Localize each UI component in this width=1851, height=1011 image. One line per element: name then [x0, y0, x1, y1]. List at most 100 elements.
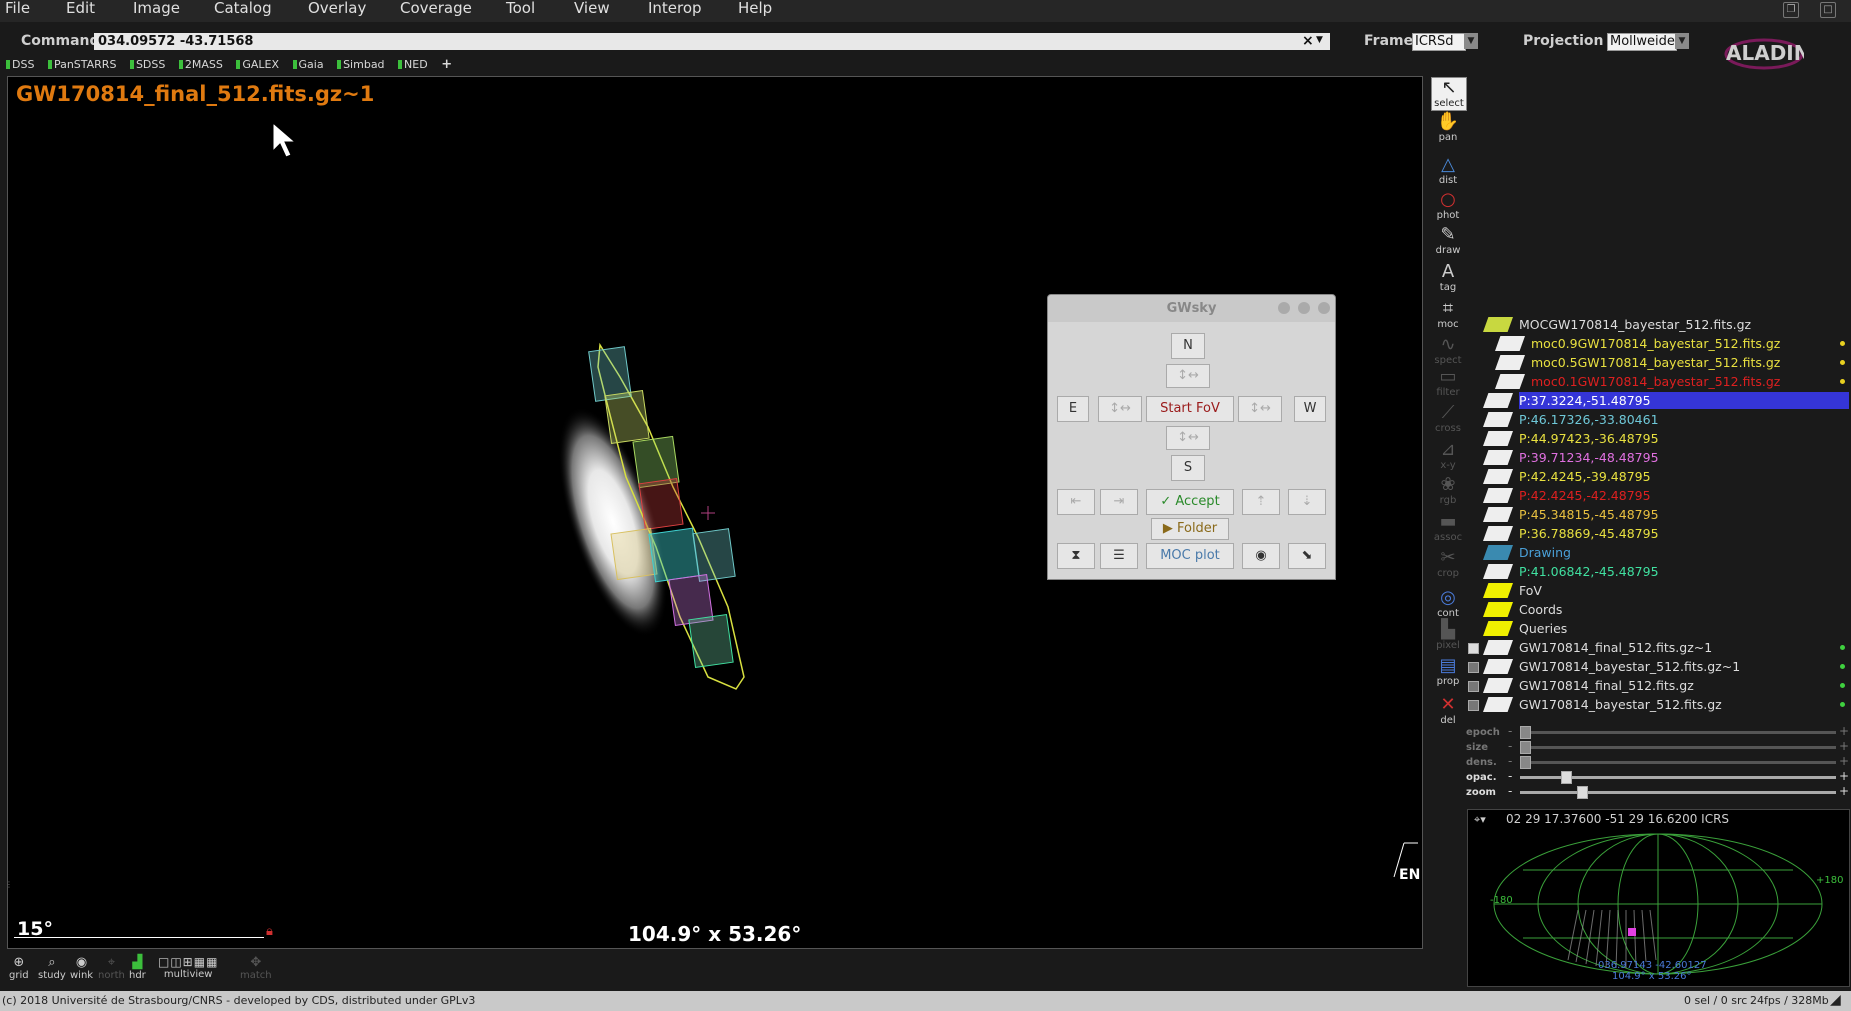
- wink-button[interactable]: ◉ wink: [70, 955, 93, 981]
- shift-up-button[interactable]: ⇡: [1242, 489, 1280, 515]
- spect-tool[interactable]: ∿ spect: [1431, 335, 1465, 367]
- server-simbad[interactable]: Simbad: [337, 58, 385, 71]
- slider-knob[interactable]: [1520, 756, 1531, 769]
- layer-item[interactable]: P:45.34815,-45.48795: [1519, 506, 1659, 523]
- slider-minus-button[interactable]: -: [1508, 769, 1512, 783]
- lock-icon[interactable]: 🔒︎: [266, 924, 273, 939]
- accept-button[interactable]: ✓ Accept: [1146, 489, 1234, 515]
- slider-knob[interactable]: [1520, 726, 1531, 739]
- menu-interop[interactable]: Interop: [648, 0, 702, 22]
- slider-minus-button[interactable]: -: [1508, 754, 1512, 768]
- north-step-button[interactable]: ↕↔: [1166, 364, 1210, 388]
- restore-window-icon[interactable]: ❐: [1783, 2, 1799, 18]
- server-panstarrs[interactable]: PanSTARRS: [47, 58, 116, 71]
- menu-overlay[interactable]: Overlay: [308, 0, 366, 22]
- command-input[interactable]: 034.09572 -43.71568: [94, 33, 1330, 50]
- moc-plot-button[interactable]: MOC plot: [1146, 543, 1234, 569]
- layer-item[interactable]: MOCGW170814_bayestar_512.fits.gz: [1519, 316, 1751, 333]
- layer-checkbox[interactable]: [1468, 700, 1479, 711]
- view-resize-handle[interactable]: ⋮: [5, 880, 13, 904]
- slider-minus-button[interactable]: -: [1508, 724, 1512, 738]
- server-2mass[interactable]: 2MASS: [178, 58, 223, 71]
- north-button[interactable]: N: [1171, 333, 1205, 359]
- slider-track[interactable]: [1520, 731, 1836, 734]
- del-tool[interactable]: ✕ del: [1431, 695, 1465, 727]
- close-dialog-icon[interactable]: [1318, 302, 1330, 314]
- crop-tool[interactable]: ✂ crop: [1431, 548, 1465, 580]
- server-gaia[interactable]: Gaia: [292, 58, 324, 71]
- select-tool[interactable]: ↖ select: [1431, 77, 1467, 111]
- west-step-button[interactable]: ↕↔: [1238, 396, 1282, 422]
- grid-button[interactable]: ⊕ grid: [9, 955, 29, 981]
- shift-left-button[interactable]: ⇤: [1057, 489, 1095, 515]
- xy-tool[interactable]: ⊿ x-y: [1431, 440, 1465, 472]
- clear-command-icon[interactable]: ×: [1302, 33, 1314, 49]
- layer-item[interactable]: Queries: [1519, 620, 1567, 637]
- slider-plus-button[interactable]: +: [1839, 769, 1849, 783]
- layer-item[interactable]: GW170814_bayestar_512.fits.gz~1: [1519, 658, 1740, 675]
- slider-plus-button[interactable]: +: [1839, 739, 1849, 753]
- match-button[interactable]: ✥ match: [240, 955, 272, 981]
- start-fov-button[interactable]: Start FoV: [1146, 396, 1234, 422]
- menu-view[interactable]: View: [574, 0, 610, 22]
- layer-item[interactable]: GW170814_final_512.fits.gz: [1519, 677, 1694, 694]
- east-step-button[interactable]: ↕↔: [1098, 396, 1142, 422]
- rgb-tool[interactable]: ❀ rgb: [1431, 475, 1465, 507]
- layer-checkbox[interactable]: [1468, 662, 1479, 673]
- cross-tool[interactable]: ⟋ cross: [1431, 403, 1465, 435]
- layer-item[interactable]: FoV: [1519, 582, 1542, 599]
- multiview-button[interactable]: □◫⊞▦▦ multiview: [158, 955, 218, 980]
- command-history-icon[interactable]: ▼: [1316, 35, 1323, 45]
- moc-tool[interactable]: ⌗ moc: [1431, 299, 1465, 331]
- north-button[interactable]: ⌖ north: [98, 955, 125, 981]
- pixel-tool[interactable]: ▙ pixel: [1431, 620, 1465, 652]
- folder-button[interactable]: ▶ Folder: [1151, 518, 1229, 540]
- layer-item[interactable]: GW170814_final_512.fits.gz~1: [1519, 639, 1712, 656]
- layer-checkbox[interactable]: [1468, 681, 1479, 692]
- layer-item[interactable]: moc0.5GW170814_bayestar_512.fits.gz: [1531, 354, 1780, 371]
- dist-tool[interactable]: △ dist: [1431, 155, 1465, 187]
- hdr-button[interactable]: ▟ hdr: [129, 955, 146, 981]
- slider-track[interactable]: [1520, 761, 1836, 764]
- layer-item[interactable]: Coords: [1519, 601, 1562, 618]
- server-sdss[interactable]: SDSS: [129, 58, 165, 71]
- layer-item[interactable]: Drawing: [1519, 544, 1571, 561]
- layer-item[interactable]: P:42.4245,-39.48795: [1519, 468, 1651, 485]
- minimize-dialog-icon[interactable]: [1278, 302, 1290, 314]
- server-ned[interactable]: NED: [398, 58, 428, 71]
- slider-minus-button[interactable]: -: [1508, 739, 1512, 753]
- pan-tool[interactable]: ✋ pan: [1431, 112, 1465, 144]
- menu-image[interactable]: Image: [133, 0, 180, 22]
- menu-help[interactable]: Help: [738, 0, 772, 22]
- assoc-tool[interactable]: ▬ assoc: [1431, 512, 1465, 544]
- south-step-button[interactable]: ↕↔: [1166, 426, 1210, 450]
- server-galex[interactable]: GALEX: [236, 58, 279, 71]
- south-button[interactable]: S: [1171, 455, 1205, 481]
- diagonal-button[interactable]: ⬊: [1288, 543, 1326, 569]
- shift-right-button[interactable]: ⇥: [1100, 489, 1138, 515]
- list-button[interactable]: ☰: [1100, 543, 1138, 569]
- layer-item[interactable]: P:46.17326,-33.80461: [1519, 411, 1659, 428]
- hourglass-button[interactable]: ⧗: [1057, 543, 1095, 569]
- cont-tool[interactable]: ◎ cont: [1431, 588, 1465, 620]
- slider-track[interactable]: [1520, 791, 1836, 794]
- phot-tool[interactable]: ○ phot: [1431, 190, 1465, 222]
- slider-plus-button[interactable]: +: [1839, 784, 1849, 798]
- tag-tool[interactable]: Atag: [1431, 262, 1465, 294]
- maximize-dialog-icon[interactable]: [1298, 302, 1310, 314]
- target-button[interactable]: ◉: [1242, 543, 1280, 569]
- slider-knob[interactable]: [1561, 771, 1573, 784]
- maximize-window-icon[interactable]: □: [1820, 2, 1836, 18]
- slider-plus-button[interactable]: +: [1839, 724, 1849, 738]
- menu-catalog[interactable]: Catalog: [214, 0, 272, 22]
- slider-plus-button[interactable]: +: [1839, 754, 1849, 768]
- slider-knob[interactable]: [1520, 741, 1531, 754]
- draw-tool[interactable]: ✎ draw: [1431, 225, 1465, 257]
- projection-dropdown-icon[interactable]: ▼: [1675, 33, 1689, 49]
- layer-item[interactable]: moc0.1GW170814_bayestar_512.fits.gz: [1531, 373, 1780, 390]
- layer-item[interactable]: moc0.9GW170814_bayestar_512.fits.gz: [1531, 335, 1780, 352]
- resize-icon[interactable]: ◢: [1830, 992, 1841, 1008]
- add-server-button[interactable]: +: [441, 57, 452, 72]
- slider-track[interactable]: [1520, 746, 1836, 749]
- frame-select[interactable]: ICRSd: [1412, 33, 1466, 51]
